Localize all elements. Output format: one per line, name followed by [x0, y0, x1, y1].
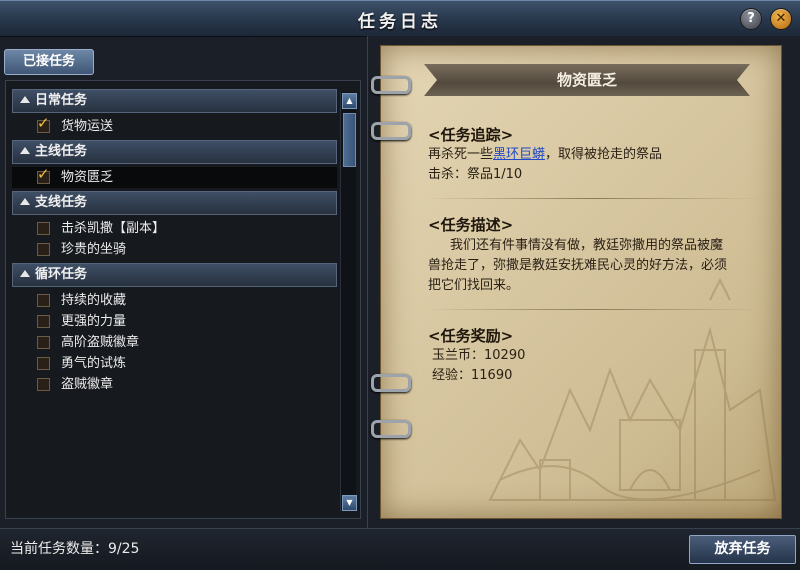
quest-item-precious-mount[interactable]: 珍贵的坐骑 — [12, 239, 337, 260]
description-header: <任务描述> — [428, 216, 514, 234]
abandon-quest-button[interactable]: 放弃任务 — [689, 535, 796, 564]
quest-item-label: 珍贵的坐骑 — [61, 242, 127, 257]
reward-currency: 玉兰币：10290 — [432, 348, 526, 363]
quest-item-label: 更强的力量 — [61, 314, 127, 329]
tracking-line-1: 再杀死一些黑环巨蟒，取得被抢走的祭品 — [428, 145, 662, 165]
track-checkbox[interactable] — [37, 315, 50, 328]
tracking-progress: 击杀：祭品1/10 — [428, 167, 523, 182]
quest-item-trial-of-courage[interactable]: 勇气的试炼 — [12, 353, 337, 374]
quest-list-scrollbar[interactable]: ▲ ▼ — [340, 92, 357, 511]
track-checkbox[interactable] — [37, 336, 50, 349]
title-bar[interactable]: 任务日志 ? ✕ — [0, 0, 800, 37]
tracking-prefix: 再杀死一些 — [428, 147, 494, 162]
checkmark-icon: ✓ — [37, 165, 50, 183]
binder-ring-3 — [371, 374, 411, 392]
quest-item-label: 盗贼徽章 — [61, 377, 114, 392]
category-label: 主线任务 — [35, 144, 88, 159]
rewards-header: <任务奖励> — [428, 327, 514, 345]
castle-sketch-decoration — [488, 277, 777, 501]
binder-ring-2 — [371, 122, 411, 140]
collapse-triangle-icon[interactable] — [20, 198, 30, 205]
close-icon[interactable]: ✕ — [770, 8, 792, 30]
scroll-up-arrow-icon[interactable]: ▲ — [342, 93, 357, 109]
scroll-thumb[interactable] — [343, 113, 356, 167]
track-checkbox[interactable] — [37, 243, 50, 256]
quest-item-label: 货物运送 — [61, 119, 114, 134]
quest-count-label: 当前任务数量：9/25 — [10, 541, 140, 557]
track-checkbox[interactable]: ✓ — [37, 116, 50, 133]
quest-item-cargo-delivery[interactable]: ✓ 货物运送 — [12, 116, 337, 137]
category-side[interactable]: 支线任务 — [12, 191, 337, 215]
quest-item-label: 勇气的试炼 — [61, 356, 127, 371]
category-repeatable[interactable]: 循环任务 — [12, 263, 337, 287]
quest-item-supply-shortage[interactable]: ✓ 物资匮乏 — [12, 167, 337, 188]
collapse-triangle-icon[interactable] — [20, 270, 30, 277]
description-line-2: 兽抢走了，弥撒是教廷安抚难民心灵的好方法，必须 — [428, 258, 728, 273]
quest-item-label: 物资匮乏 — [61, 170, 114, 185]
quest-item-continuous-collection[interactable]: 持续的收藏 — [12, 290, 337, 311]
description-line-3: 把它们找回来。 — [428, 278, 520, 293]
collapse-triangle-icon[interactable] — [20, 147, 30, 154]
quest-list: 日常任务 ✓ 货物运送 主线任务 ✓ 物资匮乏 支线任务 击杀凯撒【副本】 珍贵… — [12, 89, 337, 395]
quest-item-thief-badge[interactable]: 盗贼徽章 — [12, 374, 337, 395]
scroll-down-arrow-icon[interactable]: ▼ — [342, 495, 357, 511]
quest-item-stronger-power[interactable]: 更强的力量 — [12, 311, 337, 332]
track-checkbox[interactable] — [37, 222, 50, 235]
section-divider — [424, 198, 760, 199]
category-label: 日常任务 — [35, 93, 88, 108]
window-title: 任务日志 — [358, 12, 442, 32]
tab-accepted-quests[interactable]: 已接任务 — [4, 49, 94, 75]
binder-ring-4 — [371, 420, 411, 438]
track-checkbox[interactable] — [37, 294, 50, 307]
tracking-header: <任务追踪> — [428, 126, 514, 144]
track-checkbox[interactable] — [37, 357, 50, 370]
quest-item-label: 持续的收藏 — [61, 293, 127, 308]
description-line-1: 我们还有件事情没有做，教廷弥撒用的祭品被魔 — [450, 238, 724, 253]
track-checkbox[interactable]: ✓ — [37, 167, 50, 184]
category-label: 支线任务 — [35, 195, 88, 210]
quest-item-label: 高阶盗贼徽章 — [61, 335, 140, 350]
target-monster-link[interactable]: 黑环巨蟒 — [493, 147, 545, 162]
quest-item-kill-caesar[interactable]: 击杀凯撒【副本】 — [12, 218, 337, 239]
quest-item-label: 击杀凯撒【副本】 — [61, 221, 166, 236]
quest-title: 物资匮乏 — [556, 71, 617, 89]
checkmark-icon: ✓ — [37, 114, 50, 132]
collapse-triangle-icon[interactable] — [20, 96, 30, 103]
help-icon[interactable]: ? — [740, 8, 762, 30]
category-main[interactable]: 主线任务 — [12, 140, 337, 164]
quest-item-advanced-thief-badge[interactable]: 高阶盗贼徽章 — [12, 332, 337, 353]
track-checkbox[interactable] — [37, 378, 50, 391]
section-divider — [424, 309, 760, 310]
category-daily[interactable]: 日常任务 — [12, 89, 337, 113]
category-label: 循环任务 — [35, 267, 88, 282]
quest-list-panel: 日常任务 ✓ 货物运送 主线任务 ✓ 物资匮乏 支线任务 击杀凯撒【副本】 珍贵… — [5, 80, 361, 519]
tracking-suffix: ，取得被抢走的祭品 — [545, 147, 663, 162]
binder-ring-1 — [371, 76, 411, 94]
reward-experience: 经验：11690 — [432, 368, 513, 383]
